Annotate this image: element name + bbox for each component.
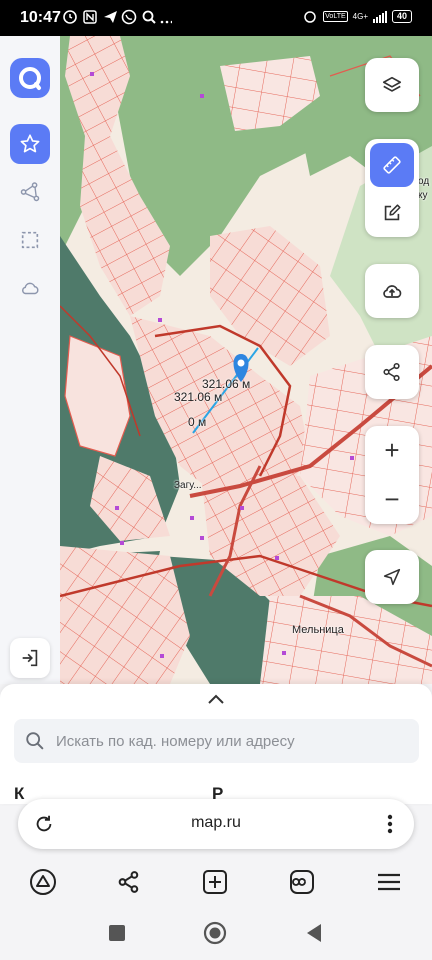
search-input[interactable]	[56, 719, 406, 763]
recents-icon[interactable]	[108, 924, 126, 942]
status-right: VoLTE 4G+ 40	[302, 10, 412, 23]
sheet-partial-text-1: К	[14, 784, 25, 803]
alarm-icon	[304, 10, 316, 23]
share-control	[365, 345, 419, 399]
menu-icon[interactable]	[375, 868, 403, 896]
tabs-icon[interactable]	[288, 868, 316, 896]
notification-icons	[62, 8, 174, 29]
star-icon[interactable]	[10, 124, 50, 164]
battery-icon: 40	[391, 10, 412, 23]
app-logo-icon[interactable]	[10, 58, 50, 98]
distance-label-main: 321.06 м	[202, 377, 251, 391]
volte-badge: VoLTE	[323, 11, 348, 22]
sidebar	[0, 36, 60, 684]
share-icon[interactable]	[365, 345, 419, 399]
zoom-out-button[interactable]: −	[365, 475, 419, 524]
search-icon	[26, 732, 44, 750]
status-time: 10:47	[20, 9, 61, 26]
browser-toolbar	[0, 856, 432, 908]
status-bar: 10:47 VoLTE 4G+ 40	[0, 0, 432, 36]
navigation-arrow-icon[interactable]	[365, 550, 419, 604]
edit-tools	[365, 139, 419, 237]
distance-label-secondary: 321.06 м	[174, 390, 223, 404]
distance-label-start: 0 м	[188, 415, 207, 429]
url-text[interactable]: map.ru	[18, 814, 414, 832]
browser-home-icon[interactable]	[29, 868, 57, 896]
dashed-square-icon[interactable]	[10, 220, 50, 260]
cloud-icon[interactable]	[10, 268, 50, 308]
place-label: Мельница	[292, 624, 344, 636]
ruler-button[interactable]	[365, 139, 419, 191]
bottom-sheet: К Р	[0, 684, 432, 804]
back-icon[interactable]	[304, 922, 324, 944]
zoom-in-button[interactable]: +	[365, 426, 419, 475]
edge-label-2: ку	[418, 190, 428, 201]
browser-url-bar[interactable]: map.ru	[18, 799, 414, 849]
signal-icon	[372, 10, 387, 23]
polyline-icon[interactable]	[10, 172, 50, 212]
upload-control	[365, 264, 419, 318]
ruler-icon[interactable]	[370, 143, 414, 187]
system-nav-bar	[0, 908, 432, 960]
chevron-up-icon[interactable]	[206, 692, 226, 711]
edge-label-1: од	[418, 176, 430, 187]
layers-icon[interactable]	[365, 58, 419, 112]
notification-icons-svg	[63, 9, 174, 25]
zoom-control: + −	[365, 426, 419, 524]
street-label: Загу...	[174, 480, 202, 491]
home-icon[interactable]	[203, 921, 227, 945]
location-control	[365, 550, 419, 604]
more-vert-icon	[387, 814, 393, 834]
layers-control	[365, 58, 419, 112]
network-type: 4G+	[352, 11, 368, 21]
search-box	[14, 719, 419, 763]
edit-icon[interactable]	[365, 191, 419, 235]
login-icon[interactable]	[10, 638, 50, 678]
cloud-upload-icon[interactable]	[365, 264, 419, 318]
new-tab-icon[interactable]	[201, 868, 229, 896]
browser-share-icon[interactable]	[116, 869, 142, 895]
